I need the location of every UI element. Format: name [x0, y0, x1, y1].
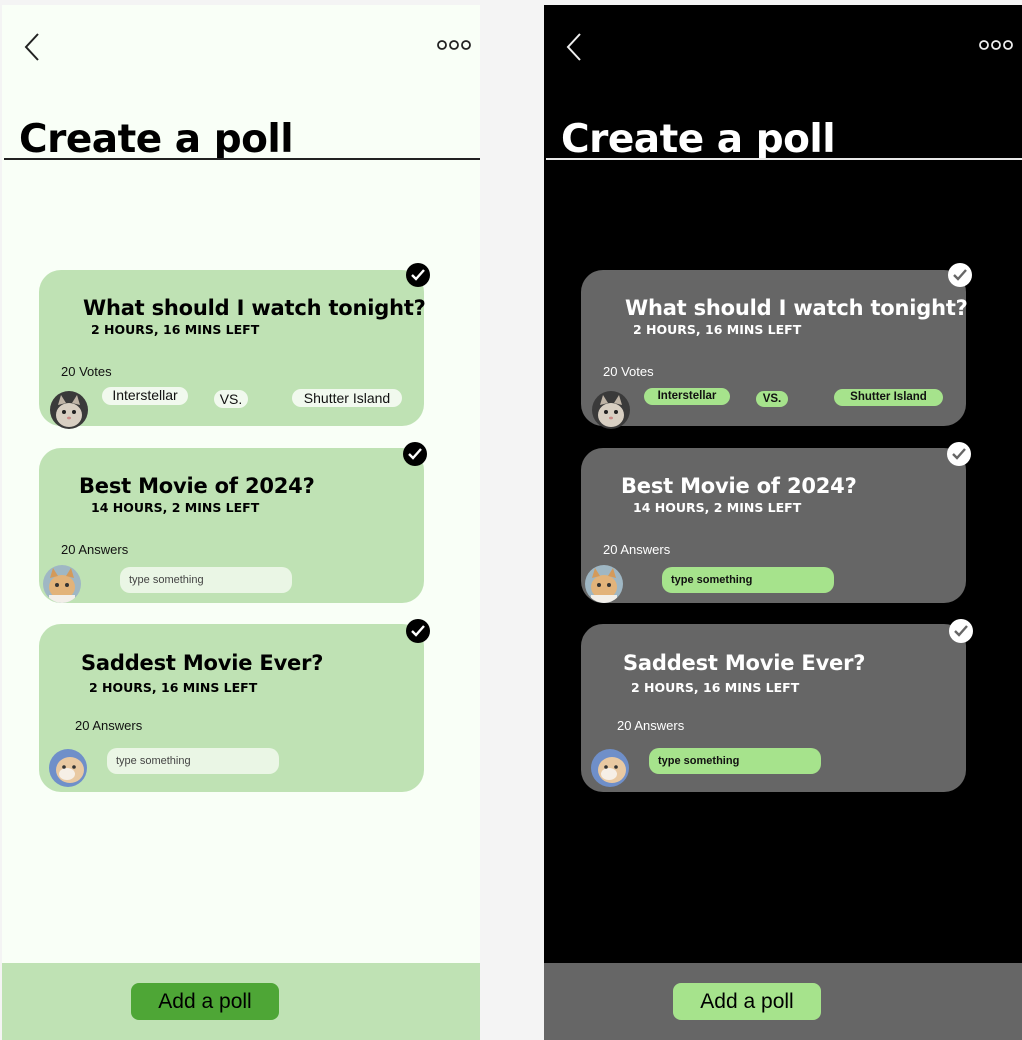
poll-vote-count: 20 Votes	[603, 364, 654, 379]
check-circle-icon[interactable]	[947, 442, 971, 466]
poll-question: What should I watch tonight?	[83, 296, 426, 320]
cat-avatar-icon	[50, 391, 88, 429]
poll-option-interstellar[interactable]: Interstellar	[102, 387, 188, 405]
avatar	[49, 749, 87, 787]
check-circle-icon[interactable]	[949, 619, 973, 643]
avatar	[585, 565, 623, 603]
check-circle-icon[interactable]	[403, 442, 427, 466]
poll-time-left: 2 HOURS, 16 MINS LEFT	[631, 680, 800, 695]
poll-card-saddest-movie[interactable]: Saddest Movie Ever? 2 HOURS, 16 MINS LEF…	[39, 624, 424, 792]
poll-card-watch-tonight[interactable]: What should I watch tonight? 2 HOURS, 16…	[39, 270, 426, 429]
page-title: Create a poll	[19, 117, 294, 162]
poll-time-left: 14 HOURS, 2 MINS LEFT	[633, 500, 802, 515]
poll-time-left: 2 HOURS, 16 MINS LEFT	[633, 322, 802, 337]
bottom-bar: Add a poll	[544, 963, 1022, 1040]
cat-avatar-icon	[49, 749, 87, 787]
avatar	[50, 391, 88, 429]
check-circle-icon[interactable]	[406, 263, 430, 287]
poll-card-saddest-movie[interactable]: Saddest Movie Ever? 2 HOURS, 16 MINS LEF…	[581, 624, 966, 792]
title-divider	[4, 158, 480, 160]
poll-option-interstellar[interactable]: Interstellar	[644, 388, 730, 405]
avatar	[592, 391, 630, 429]
cat-avatar-icon	[43, 565, 81, 603]
poll-vs-label: VS.	[756, 391, 788, 407]
poll-answer-input[interactable]: type something	[649, 748, 821, 774]
poll-vote-count: 20 Votes	[61, 364, 112, 379]
poll-answer-count: 20 Answers	[61, 542, 129, 557]
poll-answer-count: 20 Answers	[75, 718, 143, 733]
cat-avatar-icon	[592, 391, 630, 429]
poll-answer-input[interactable]: type something	[662, 567, 834, 593]
poll-card-best-movie-2024[interactable]: Best Movie of 2024? 14 HOURS, 2 MINS LEF…	[39, 448, 424, 603]
poll-answer-input[interactable]: type something	[107, 748, 279, 774]
poll-option-shutter-island[interactable]: Shutter Island	[834, 389, 943, 406]
poll-question: What should I watch tonight?	[625, 296, 968, 320]
poll-card-watch-tonight[interactable]: What should I watch tonight? 2 HOURS, 16…	[581, 270, 968, 429]
poll-answer-count: 20 Answers	[603, 542, 671, 557]
cat-avatar-icon	[591, 749, 629, 787]
page-title: Create a poll	[561, 117, 836, 162]
poll-card-best-movie-2024[interactable]: Best Movie of 2024? 14 HOURS, 2 MINS LEF…	[581, 448, 966, 603]
avatar	[43, 565, 81, 603]
poll-question: Best Movie of 2024?	[79, 474, 315, 498]
poll-option-shutter-island[interactable]: Shutter Island	[292, 389, 402, 407]
back-chevron-icon[interactable]	[20, 31, 44, 63]
add-poll-button[interactable]: Add a poll	[673, 983, 821, 1020]
light-mode-screen: Create a poll What should I watch tonigh…	[2, 5, 480, 1040]
poll-answer-count: 20 Answers	[617, 718, 685, 733]
poll-time-left: 2 HOURS, 16 MINS LEFT	[91, 322, 260, 337]
poll-answer-input[interactable]: type something	[120, 567, 292, 593]
title-divider	[546, 158, 1022, 160]
check-circle-icon[interactable]	[948, 263, 972, 287]
poll-time-left: 2 HOURS, 16 MINS LEFT	[89, 680, 258, 695]
poll-question: Saddest Movie Ever?	[623, 651, 866, 675]
poll-question: Best Movie of 2024?	[621, 474, 857, 498]
bottom-bar: Add a poll	[2, 963, 480, 1040]
check-circle-icon[interactable]	[406, 619, 430, 643]
add-poll-button[interactable]: Add a poll	[131, 983, 279, 1020]
dark-mode-screen: Create a poll What should I watch tonigh…	[544, 5, 1022, 1040]
more-options-icon[interactable]	[978, 39, 1014, 51]
back-chevron-icon[interactable]	[562, 31, 586, 63]
cat-avatar-icon	[585, 565, 623, 603]
avatar	[591, 749, 629, 787]
poll-question: Saddest Movie Ever?	[81, 651, 324, 675]
poll-vs-label: VS.	[214, 390, 248, 408]
poll-time-left: 14 HOURS, 2 MINS LEFT	[91, 500, 260, 515]
more-options-icon[interactable]	[436, 39, 472, 51]
